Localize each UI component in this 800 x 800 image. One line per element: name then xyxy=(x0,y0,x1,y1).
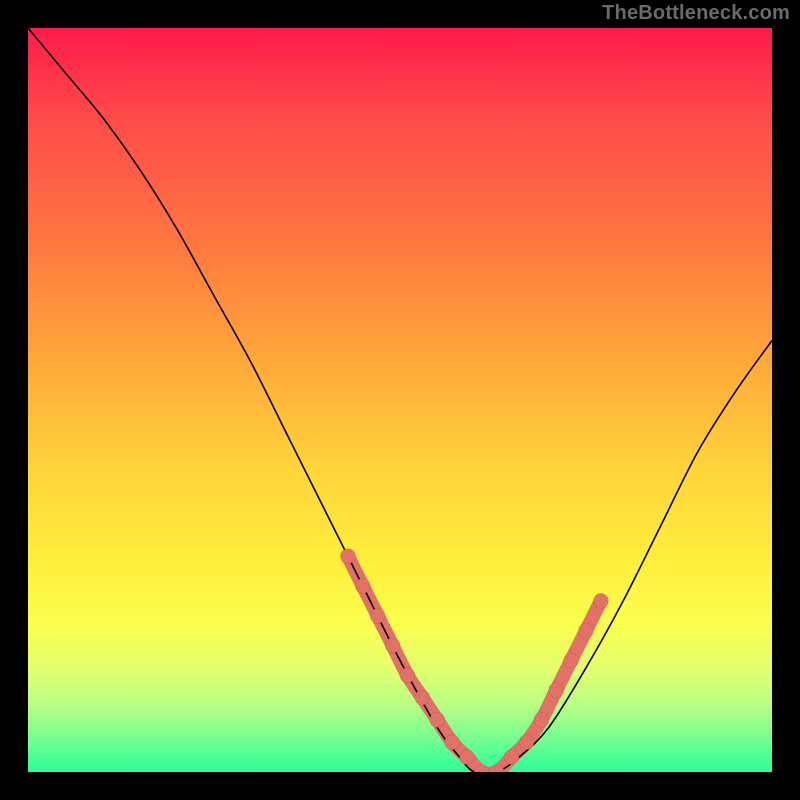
highlight-dot xyxy=(504,750,519,765)
highlight-dot xyxy=(355,579,370,594)
highlight-dot xyxy=(593,593,608,608)
highlight-dots xyxy=(340,549,608,772)
plot-area xyxy=(28,28,772,772)
highlight-dot xyxy=(415,690,430,705)
bottleneck-curve xyxy=(28,28,772,772)
highlight-dot xyxy=(460,750,475,765)
highlight-dot xyxy=(385,638,400,653)
watermark-text: TheBottleneck.com xyxy=(602,2,790,25)
highlight-dot xyxy=(370,608,385,623)
highlight-strip xyxy=(348,556,601,772)
highlight-dot xyxy=(549,683,564,698)
highlight-dot xyxy=(445,735,460,750)
chart-frame: TheBottleneck.com xyxy=(0,0,800,800)
highlight-dot xyxy=(430,712,445,727)
highlight-dot xyxy=(340,549,355,564)
dot-strip xyxy=(348,556,601,772)
highlight-dot xyxy=(400,668,415,683)
highlight-dot xyxy=(519,735,534,750)
bottleneck-chart xyxy=(28,28,772,772)
highlight-dot xyxy=(579,623,594,638)
highlight-dot xyxy=(564,653,579,668)
highlight-dot xyxy=(534,712,549,727)
